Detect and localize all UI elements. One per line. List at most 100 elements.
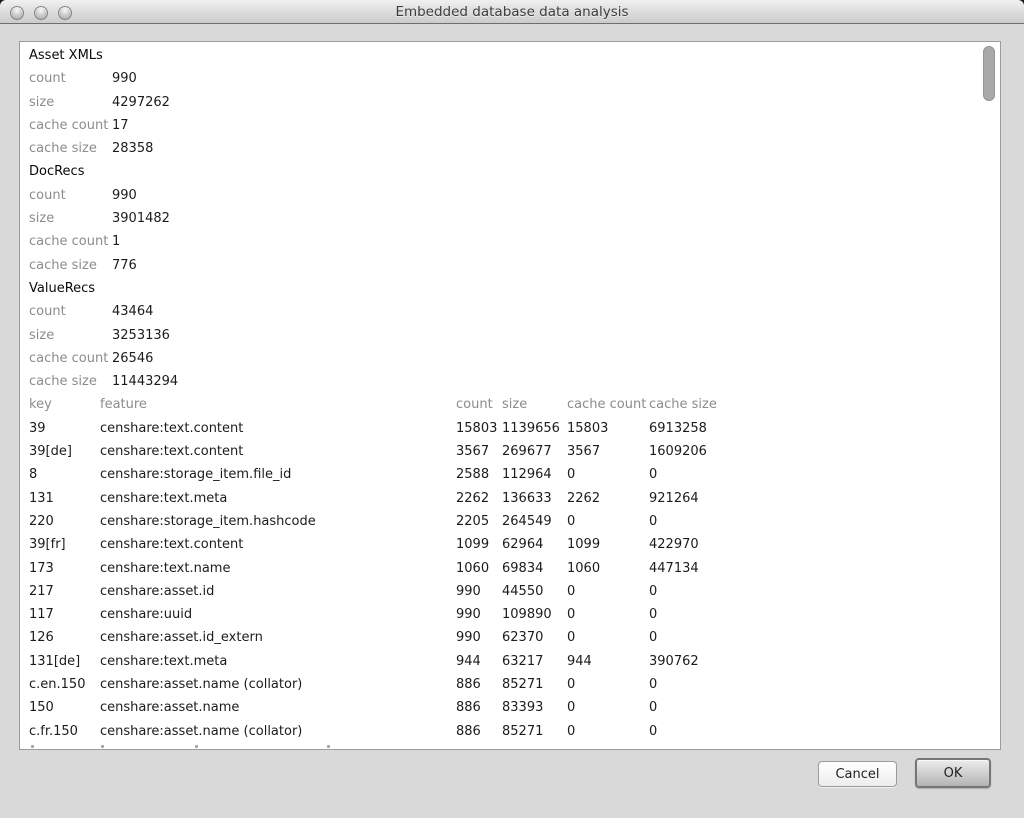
cell-count: 3567 <box>456 440 502 463</box>
cell-key: 8 <box>29 463 100 486</box>
cell-size: 85271 <box>502 673 567 696</box>
summary-value: 26546 <box>112 347 153 370</box>
scrollbar-thumb[interactable] <box>983 46 995 101</box>
summary-label: cache count <box>29 114 112 137</box>
cell-cache-count: 0 <box>567 626 649 649</box>
cell-count: 2205 <box>456 510 502 533</box>
summary-value: 43464 <box>112 300 153 323</box>
cell-size: 136633 <box>502 487 567 510</box>
cell-count: 944 <box>456 650 502 673</box>
cell-key: 217 <box>29 580 100 603</box>
summary-row: cache count1 <box>29 230 1000 253</box>
summary-row: cache count26546 <box>29 347 1000 370</box>
analysis-content: Asset XMLscount990size4297262cache count… <box>20 42 1000 749</box>
cell-feature: censhare:asset.id_extern <box>100 626 456 649</box>
cell-feature: censhare:storage_item.hashcode <box>100 510 456 533</box>
summary-value: 11443294 <box>112 370 178 393</box>
column-header: cache size <box>649 393 1000 416</box>
window-title: Embedded database data analysis <box>0 0 1024 24</box>
table-row: 39[de]censhare:text.content3567269677356… <box>29 440 1000 463</box>
cell-cache-count: 1060 <box>567 557 649 580</box>
cell-key: 39[de] <box>29 440 100 463</box>
summary-value: 3253136 <box>112 324 170 347</box>
cell-cache-size: 0 <box>649 580 1000 603</box>
summary-value: 776 <box>112 254 137 277</box>
cell-feature: censhare:asset.name (collator) <box>100 720 456 743</box>
cell-key: 131 <box>29 487 100 510</box>
ok-button[interactable]: OK <box>915 758 991 788</box>
cell-cache-count: 0 <box>567 510 649 533</box>
cell-count: 990 <box>456 603 502 626</box>
cell-key: 39[fr] <box>29 533 100 556</box>
summary-label: size <box>29 207 112 230</box>
summary-label: cache size <box>29 254 112 277</box>
cell-count: 886 <box>456 696 502 719</box>
cell-cache-size: 1609206 <box>649 440 1000 463</box>
table-row: 39[fr]censhare:text.content1099629641099… <box>29 533 1000 556</box>
summary-row: size4297262 <box>29 91 1000 114</box>
cell-cache-size: 0 <box>649 626 1000 649</box>
summary-label: size <box>29 324 112 347</box>
cell-feature: censhare:asset.name (collator) <box>100 673 456 696</box>
cell-feature: censhare:asset.name <box>100 696 456 719</box>
cell-cache-count: 2262 <box>567 487 649 510</box>
section-title: Asset XMLs <box>29 44 1000 67</box>
cell-feature: censhare:storage_item.file_id <box>100 463 456 486</box>
cell-key: 117 <box>29 603 100 626</box>
table-row: 220censhare:storage_item.hashcode2205264… <box>29 510 1000 533</box>
cell-cache-count: 0 <box>567 580 649 603</box>
cell-cache-count: 0 <box>567 603 649 626</box>
cell-size: 63217 <box>502 650 567 673</box>
cell-cache-count: 0 <box>567 463 649 486</box>
cell-key: 220 <box>29 510 100 533</box>
table-row: 131[de]censhare:text.meta944632179443907… <box>29 650 1000 673</box>
summary-value: 28358 <box>112 137 153 160</box>
analysis-scroll-area[interactable]: Asset XMLscount990size4297262cache count… <box>19 41 1001 750</box>
table-header-row: keyfeaturecountsizecache countcache size <box>29 393 1000 416</box>
cell-cache-count: 0 <box>567 673 649 696</box>
summary-value: 990 <box>112 67 137 90</box>
cell-count: 990 <box>456 626 502 649</box>
table-row: 39censhare:text.content15803113965615803… <box>29 417 1000 440</box>
summary-row: size3253136 <box>29 324 1000 347</box>
summary-label: cache count <box>29 230 112 253</box>
table-row: 126censhare:asset.id_extern9906237000 <box>29 626 1000 649</box>
cell-count: 886 <box>456 720 502 743</box>
section-title: ValueRecs <box>29 277 1000 300</box>
summary-row: cache size776 <box>29 254 1000 277</box>
table-row: 150censhare:asset.name8868339300 <box>29 696 1000 719</box>
cell-size: 1139656 <box>502 417 567 440</box>
table-row: 117censhare:uuid99010989000 <box>29 603 1000 626</box>
summary-value: 990 <box>112 184 137 207</box>
cell-feature: censhare:asset.id <box>100 580 456 603</box>
cell-cache-size: 0 <box>649 510 1000 533</box>
summary-label: cache size <box>29 137 112 160</box>
section-title: DocRecs <box>29 160 1000 183</box>
summary-label: count <box>29 300 112 323</box>
cell-cache-count: 0 <box>567 696 649 719</box>
column-header: count <box>456 393 502 416</box>
summary-value: 3901482 <box>112 207 170 230</box>
summary-value: 4297262 <box>112 91 170 114</box>
column-header: cache count <box>567 393 649 416</box>
cell-cache-count: 3567 <box>567 440 649 463</box>
cell-count: 2588 <box>456 463 502 486</box>
cell-cache-size: 0 <box>649 463 1000 486</box>
summary-label: cache size <box>29 370 112 393</box>
table-row: 131censhare:text.meta2262136633226292126… <box>29 487 1000 510</box>
cell-cache-size: 0 <box>649 673 1000 696</box>
cancel-button[interactable]: Cancel <box>818 761 897 787</box>
cell-feature: censhare:text.content <box>100 440 456 463</box>
cell-count: 1099 <box>456 533 502 556</box>
summary-label: count <box>29 184 112 207</box>
cell-key: c.fr.150 <box>29 720 100 743</box>
scrollbar[interactable] <box>982 44 998 749</box>
cell-size: 83393 <box>502 696 567 719</box>
cell-feature: censhare:text.meta <box>100 487 456 510</box>
cell-cache-size: 422970 <box>649 533 1000 556</box>
summary-label: cache count <box>29 347 112 370</box>
cell-size: 109890 <box>502 603 567 626</box>
summary-label: count <box>29 67 112 90</box>
cell-feature: censhare:text.content <box>100 533 456 556</box>
cell-cache-size: 390762 <box>649 650 1000 673</box>
